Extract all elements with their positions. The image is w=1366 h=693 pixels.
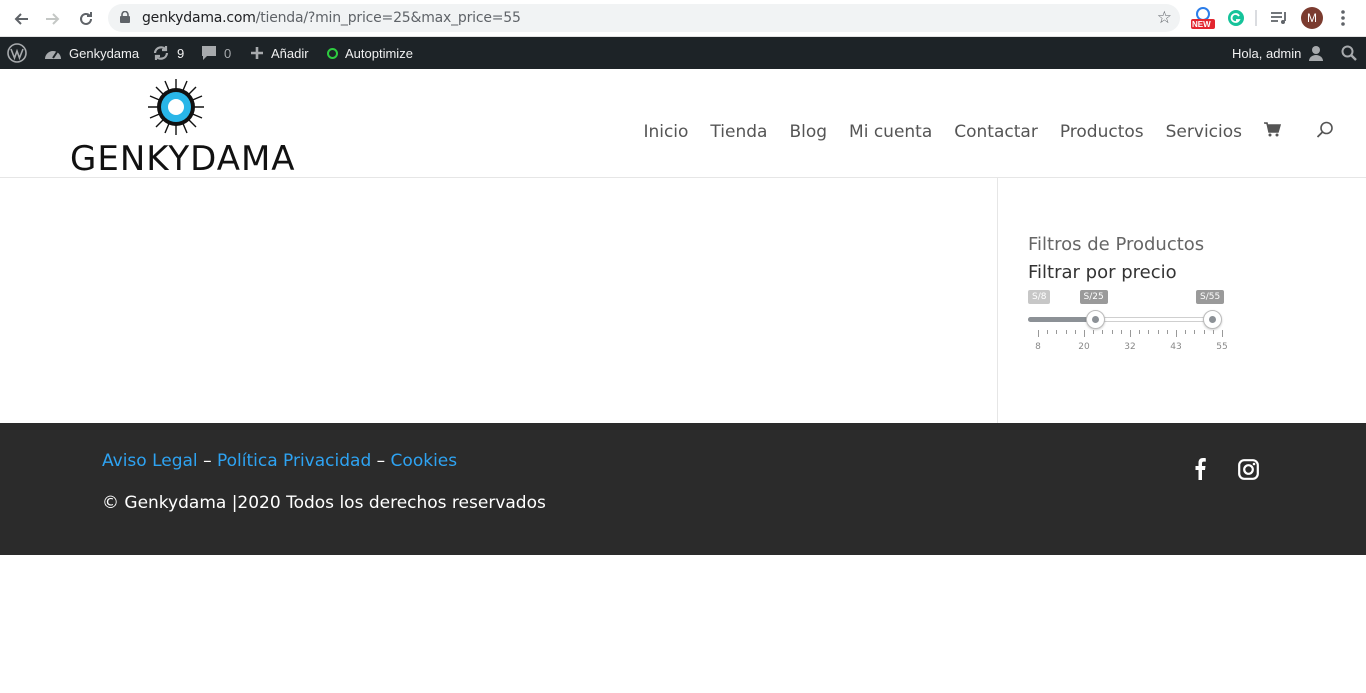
slider-tick (1176, 330, 1177, 337)
extension-new-icon[interactable]: NEW (1189, 6, 1217, 30)
slider-tick-label: 55 (1216, 342, 1228, 352)
bookmark-star-icon[interactable]: ☆ (1157, 8, 1172, 28)
wp-admin-bar: Genkydama 9 0 Añadir Autoptimize Hola, a… (0, 37, 1366, 69)
slider-tick (1148, 330, 1150, 334)
sun-logo-icon (148, 79, 204, 135)
menu-item-tienda[interactable]: Tienda (710, 122, 767, 142)
user-icon (1309, 46, 1324, 61)
selected-max-tag: S/55 (1196, 290, 1225, 304)
autoptimize-link[interactable]: Autoptimize (327, 37, 413, 69)
slider-tick (1212, 330, 1214, 334)
toolbar-separator (1255, 10, 1257, 26)
slider-tick (1130, 330, 1131, 337)
dashboard-icon (45, 51, 61, 59)
reload-icon[interactable] (73, 6, 99, 32)
link-politica-privacidad[interactable]: Política Privacidad (217, 451, 371, 471)
site-logo[interactable]: GENKYDAMA (70, 79, 300, 179)
site-name-link[interactable]: Genkydama (44, 37, 139, 69)
menu-item-inicio[interactable]: Inicio (643, 122, 688, 142)
link-separator: – (203, 451, 212, 471)
comments-link[interactable]: 0 (201, 37, 231, 69)
site-name-label: Genkydama (69, 45, 140, 61)
add-new-link[interactable]: Añadir (250, 37, 309, 69)
media-queue-icon[interactable] (1268, 6, 1290, 30)
menu-item-blog[interactable]: Blog (789, 122, 827, 142)
slider-tick (1203, 330, 1205, 334)
browser-toolbar: genkydama.com/tienda/?min_price=25&max_p… (0, 0, 1366, 37)
updates-icon (153, 46, 169, 60)
sidebar-divider (997, 178, 998, 423)
copyright-text: © Genkydama |2020 Todos los derechos res… (102, 493, 546, 513)
url-text: genkydama.com/tienda/?min_price=25&max_p… (142, 10, 521, 26)
slider-tick (1185, 330, 1187, 334)
slider-tick (1093, 330, 1095, 334)
slider-min-handle[interactable] (1085, 310, 1105, 329)
footer-links: Aviso Legal – Política Privacidad – Cook… (102, 451, 457, 471)
main-content: Filtros de Productos Filtrar por precio … (0, 178, 1366, 423)
comments-icon (202, 46, 216, 60)
logo-text: GENKYDAMA (70, 139, 296, 179)
wordpress-logo-icon[interactable] (7, 37, 27, 69)
link-separator: – (376, 451, 386, 471)
slider-tick (1084, 330, 1085, 337)
slider-max-handle[interactable] (1203, 310, 1222, 329)
slider-tick (1111, 330, 1113, 334)
menu-item-mi-cuenta[interactable]: Mi cuenta (849, 122, 932, 142)
slider-track-fill (1028, 317, 1095, 322)
account-link[interactable]: Hola, admin (1232, 37, 1324, 69)
slider-tick (1139, 330, 1141, 334)
slider-tick (1166, 330, 1168, 334)
range-min-tag: S/8 (1028, 290, 1051, 304)
new-badge: NEW (1192, 20, 1211, 29)
cart-icon[interactable] (1264, 122, 1282, 142)
add-new-label: Añadir (271, 45, 309, 61)
profile-initial: M (1301, 7, 1323, 29)
site-footer: Aviso Legal – Política Privacidad – Cook… (0, 423, 1366, 555)
menu-item-servicios[interactable]: Servicios (1166, 122, 1242, 142)
slider-tick (1194, 330, 1196, 334)
main-menu: Inicio Tienda Blog Mi cuenta Contactar P… (643, 120, 1366, 144)
status-dot-icon (327, 47, 338, 59)
grammarly-icon[interactable] (1226, 6, 1246, 30)
comments-count: 0 (224, 45, 232, 61)
greeting-label: Hola, admin (1232, 45, 1302, 61)
forward-icon[interactable] (40, 6, 66, 32)
autoptimize-label: Autoptimize (345, 45, 413, 61)
slider-tick (1222, 330, 1223, 337)
slider-tick (1157, 330, 1159, 334)
menu-item-contactar[interactable]: Contactar (954, 122, 1038, 142)
link-cookies[interactable]: Cookies (391, 451, 458, 471)
selected-min-tag: S/25 (1079, 290, 1108, 304)
site-header: GENKYDAMA Inicio Tienda Blog Mi cuenta C… (0, 69, 1366, 179)
lock-icon (120, 11, 130, 23)
slider-tick-label: 32 (1124, 342, 1136, 352)
slider-tick (1056, 330, 1058, 334)
slider-tick (1120, 330, 1122, 334)
menu-kebab-icon[interactable] (1334, 6, 1352, 30)
updates-count: 9 (177, 45, 185, 61)
facebook-icon[interactable] (1188, 457, 1212, 481)
menu-item-productos[interactable]: Productos (1060, 122, 1144, 142)
admin-search-icon[interactable] (1341, 37, 1357, 69)
updates-link[interactable]: 9 (152, 37, 184, 69)
profile-avatar[interactable]: M (1300, 6, 1324, 30)
slider-tick (1038, 330, 1039, 337)
filter-title: Filtrar por precio (1028, 262, 1177, 283)
slider-tick (1065, 330, 1067, 334)
widget-title: Filtros de Productos (1028, 234, 1205, 255)
slider-tick-label: 43 (1170, 342, 1182, 352)
instagram-icon[interactable] (1236, 457, 1260, 481)
link-aviso-legal[interactable]: Aviso Legal (102, 451, 198, 471)
header-search-icon[interactable] (1316, 121, 1334, 143)
slider-tick-label: 20 (1078, 342, 1090, 352)
slider-tick (1074, 330, 1076, 334)
back-icon[interactable] (8, 6, 34, 32)
plus-icon (251, 47, 263, 59)
slider-tick (1102, 330, 1104, 334)
address-bar[interactable]: genkydama.com/tienda/?min_price=25&max_p… (108, 4, 1180, 32)
price-range-slider[interactable]: S/8 S/25 S/55 8 20 32 43 55 (1028, 290, 1228, 355)
slider-tick (1047, 330, 1049, 334)
slider-tick-label: 8 (1035, 342, 1041, 352)
